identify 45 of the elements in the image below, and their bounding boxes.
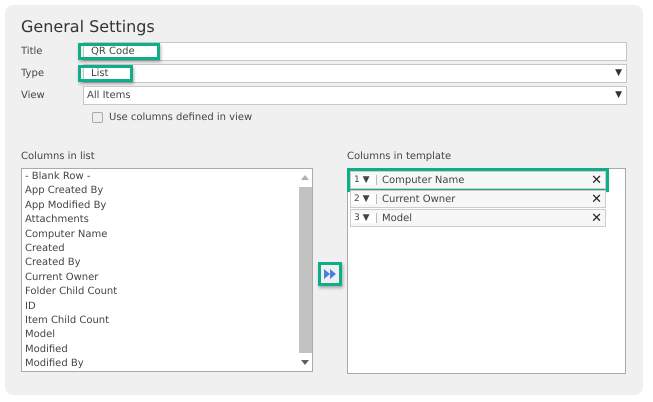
order-dropdown[interactable]: 2 ▼ xyxy=(351,194,377,204)
list-item[interactable]: Current Owner xyxy=(25,270,295,286)
list-item[interactable]: Folder Child Count xyxy=(25,285,295,300)
template-row[interactable]: 1 ▼ Computer Name ✕ xyxy=(350,171,606,189)
remove-button[interactable]: ✕ xyxy=(591,172,605,188)
list-item[interactable]: Model xyxy=(25,328,295,343)
column-name: Current Owner xyxy=(381,194,456,204)
list-item[interactable]: Computer Name xyxy=(25,228,295,242)
caret-icon: ▼ xyxy=(615,68,626,78)
checkbox[interactable] xyxy=(92,112,103,123)
add-button[interactable] xyxy=(318,262,342,286)
list-item[interactable]: App Modified By xyxy=(25,198,295,214)
list-item[interactable]: Item Child Count xyxy=(25,314,295,328)
scroll-down-icon[interactable] xyxy=(301,360,309,365)
double-arrow-icon xyxy=(324,268,336,278)
list-item[interactable]: Modified By xyxy=(25,357,295,372)
remove-button[interactable]: ✕ xyxy=(591,210,605,226)
column-name: Computer Name xyxy=(381,174,466,186)
section-title: General Settings xyxy=(21,17,156,36)
list-item[interactable]: App Created By xyxy=(25,184,295,199)
remove-button[interactable]: ✕ xyxy=(591,192,605,206)
list-item[interactable]: Created xyxy=(25,242,295,256)
field-value: List xyxy=(78,64,134,82)
column-name: Model xyxy=(381,212,414,224)
dropdown[interactable]: All Items ▼ xyxy=(83,86,627,104)
field-label: View xyxy=(21,90,46,100)
order-dropdown[interactable]: 3 ▼ xyxy=(351,213,377,223)
list-item[interactable]: Modified xyxy=(25,342,295,358)
field-label: Title xyxy=(21,46,44,56)
list-item[interactable]: Attachments xyxy=(25,213,295,228)
list-item[interactable]: - Blank Row - xyxy=(25,170,295,184)
caret-icon: ▼ xyxy=(615,90,626,100)
list-item[interactable]: Created By xyxy=(25,256,295,271)
field-value: QR Code xyxy=(78,42,160,60)
field-value: All Items xyxy=(86,88,132,102)
field-label: Type xyxy=(21,68,45,78)
template-row[interactable]: 3 ▼ Model ✕ xyxy=(350,209,606,227)
checkbox-label: Use columns defined in view xyxy=(109,112,252,123)
order-dropdown[interactable]: 1 ▼ xyxy=(351,175,377,185)
list-heading: Columns in list xyxy=(21,151,96,162)
template-row[interactable]: 2 ▼ Current Owner ✕ xyxy=(350,190,606,208)
list-item[interactable]: ID xyxy=(25,300,295,314)
list-box[interactable]: - Blank Row - App Created By App Modified By Attachments Computer Name Created Created By Current Owner Folder Child Count ID Item Child Count Model Modified Modified By xyxy=(21,168,313,372)
scroll-up-icon[interactable] xyxy=(301,175,309,180)
template-heading: Columns in template xyxy=(347,151,452,162)
